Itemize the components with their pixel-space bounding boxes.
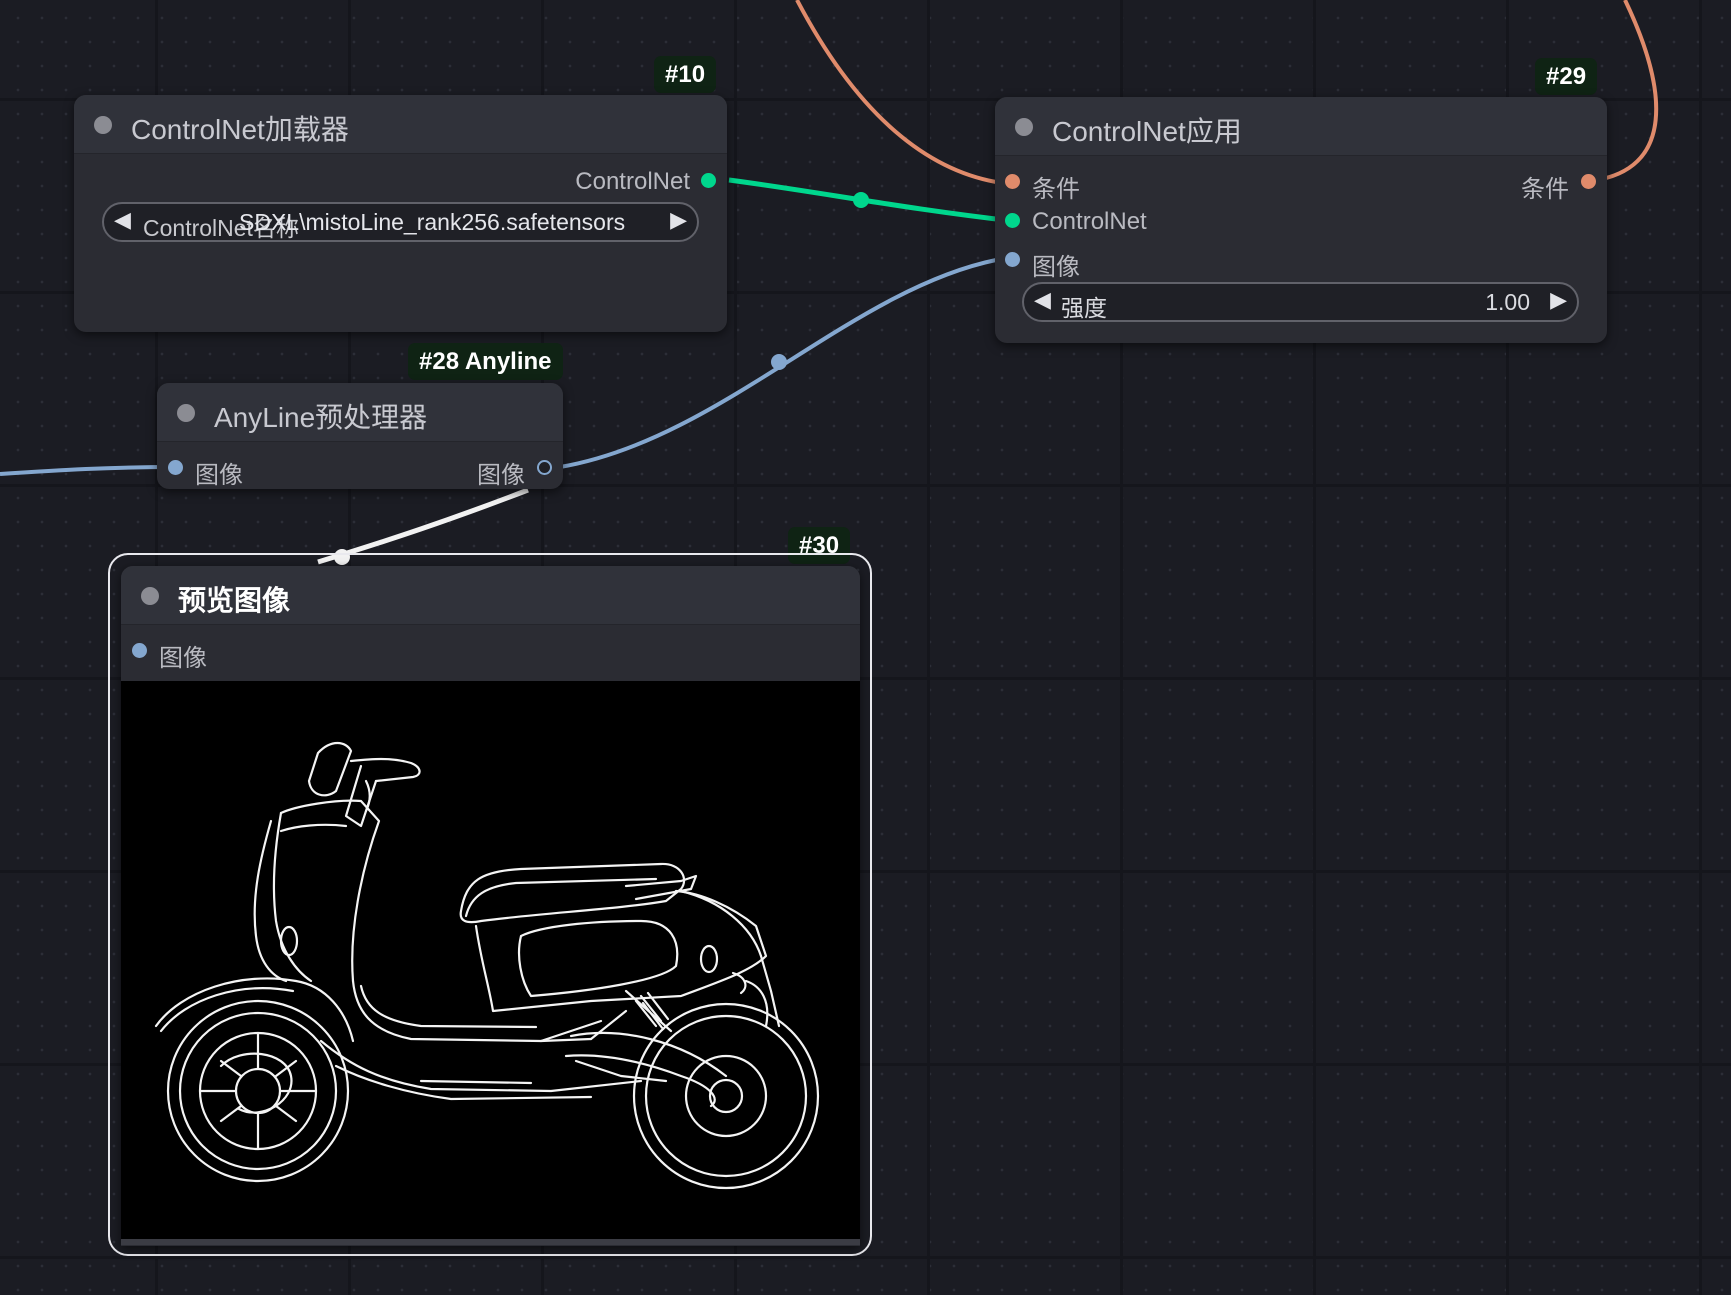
- output-conditioning-slot[interactable]: [1581, 174, 1596, 189]
- collapse-dot-icon[interactable]: [141, 587, 159, 605]
- decrement-arrow-icon[interactable]: ◀: [1034, 287, 1051, 313]
- wire-controlnet: [728, 177, 1014, 224]
- strength-label: 强度: [1061, 295, 1107, 321]
- anyline-preprocessor-node[interactable]: AnyLine预处理器 图像 图像: [157, 383, 563, 489]
- input-conditioning-slot[interactable]: [1005, 174, 1020, 189]
- output-image-slot[interactable]: [537, 460, 552, 475]
- input-controlnet-label: ControlNet: [1032, 208, 1147, 235]
- controlnet-apply-node[interactable]: ControlNet应用 条件 条件 ControlNet 图像 ◀ 强度 1.…: [995, 97, 1607, 343]
- wire-image-midpoint[interactable]: [771, 354, 787, 370]
- node-header[interactable]: ControlNet应用: [995, 97, 1607, 156]
- collapse-dot-icon[interactable]: [1015, 118, 1033, 136]
- input-image-label: 图像: [195, 462, 243, 489]
- node-header[interactable]: ControlNet加载器: [74, 95, 727, 154]
- preview-image[interactable]: [121, 681, 860, 1239]
- wire-image-to-preview: [317, 487, 529, 565]
- node-graph-canvas[interactable]: #10 ControlNet加载器 ControlNet ◀ ControlNe…: [0, 0, 1731, 1295]
- output-controlnet-slot[interactable]: [701, 173, 716, 188]
- node-title: 预览图像: [178, 585, 291, 616]
- wire-image-in: [0, 465, 177, 476]
- controlnet-loader-node[interactable]: ControlNet加载器 ControlNet ◀ ControlNet名称 …: [74, 95, 727, 332]
- input-conditioning-label: 条件: [1032, 176, 1080, 203]
- increment-arrow-icon[interactable]: ▶: [1550, 287, 1567, 313]
- node-badge-anyline: #28 Anyline: [408, 343, 563, 380]
- input-controlnet-slot[interactable]: [1005, 213, 1020, 228]
- combo-value: SDXL\mistoLine_rank256.safetensors: [239, 209, 626, 235]
- prev-arrow-icon[interactable]: ◀: [114, 207, 131, 233]
- strength-slider[interactable]: ◀ 强度 1.00 ▶: [1022, 282, 1579, 322]
- controlnet-name-combo[interactable]: ◀ ControlNet名称 SDXL\mistoLine_rank256.sa…: [102, 202, 699, 242]
- scooter-lineart-icon: [154, 741, 820, 1190]
- node-badge-apply: #29: [1535, 58, 1598, 95]
- next-arrow-icon[interactable]: ▶: [670, 207, 687, 233]
- output-image-label: 图像: [477, 462, 525, 489]
- output-controlnet-label: ControlNet: [575, 168, 690, 195]
- node-title: ControlNet加载器: [131, 114, 349, 145]
- input-image-slot[interactable]: [1005, 252, 1020, 267]
- strength-value: 1.00: [1485, 289, 1530, 315]
- node-header[interactable]: AnyLine预处理器: [157, 383, 563, 442]
- collapse-dot-icon[interactable]: [177, 404, 195, 422]
- node-badge-loader: #10: [654, 56, 717, 93]
- input-image-slot[interactable]: [168, 460, 183, 475]
- wire-conditioning-in: [795, 0, 997, 184]
- input-image-slot[interactable]: [132, 643, 147, 658]
- node-header[interactable]: 预览图像: [121, 566, 860, 625]
- output-conditioning-label: 条件: [1521, 176, 1569, 203]
- node-title: ControlNet应用: [1052, 116, 1242, 147]
- input-image-label: 图像: [1032, 254, 1080, 281]
- collapse-dot-icon[interactable]: [94, 116, 112, 134]
- preview-bottom-bar: [121, 1239, 860, 1245]
- input-image-label: 图像: [159, 645, 207, 672]
- node-title: AnyLine预处理器: [214, 402, 428, 433]
- wire-controlnet-midpoint[interactable]: [853, 192, 869, 208]
